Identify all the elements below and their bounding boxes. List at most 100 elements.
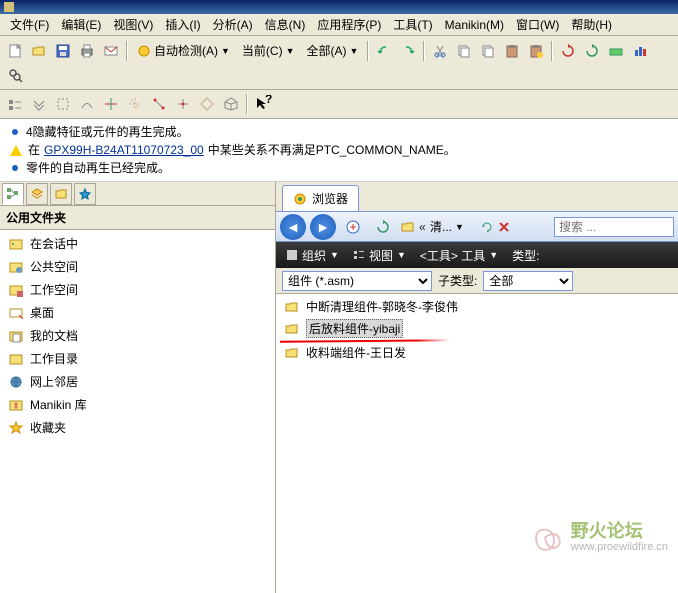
folder-icon [284,345,300,361]
svg-text:?: ? [265,95,272,106]
menu-view[interactable]: 视图(V) [107,14,159,35]
copy2-icon[interactable] [477,40,499,62]
display-icon-7[interactable] [148,93,170,115]
refresh-icon[interactable] [480,220,494,234]
message-line: 在 GPX99H-B24AT11070723_00 中某些关系不再满足PTC_C… [8,141,670,159]
regen-icon[interactable] [557,40,579,62]
folder-item-mydocs[interactable]: 我的文档 [2,324,273,347]
menu-window[interactable]: 窗口(W) [510,14,565,35]
nav-bar: ◄ ► « 清... ▼ [276,212,678,242]
browser-tab[interactable]: 浏览器 [282,185,359,211]
auto-check-button[interactable]: 自动检测(A)▼ [132,39,235,62]
tab-star-icon[interactable] [74,183,96,205]
organize-button[interactable]: 组织▼ [282,245,343,266]
separator [423,41,425,61]
tool-b-icon[interactable] [629,40,651,62]
toolbar-main: 自动检测(A)▼ 当前(C)▼ 全部(A)▼ [0,36,678,90]
separator [126,41,128,61]
warning-icon [10,145,22,156]
browser-icon [293,192,307,206]
menu-edit[interactable]: 编辑(E) [55,14,107,35]
nav-reload-icon[interactable] [370,214,396,240]
menu-manikin[interactable]: Manikin(M) [439,16,510,34]
display-icon-8[interactable] [172,93,194,115]
tab-tree-icon[interactable] [2,183,24,205]
search-input[interactable] [554,217,674,237]
info-bullet-icon [12,165,18,171]
print-icon[interactable] [76,40,98,62]
message-text: 零件的自动再生已经完成。 [26,159,170,177]
folder-item-favorites[interactable]: 收藏夹 [2,416,273,439]
display-icon-6[interactable] [124,93,146,115]
address-text[interactable]: 清... [430,218,452,235]
menu-insert[interactable]: 插入(I) [159,14,206,35]
display-icon-1[interactable] [4,93,26,115]
copy-icon[interactable] [453,40,475,62]
display-icon-5[interactable] [100,93,122,115]
watermark-title: 野火论坛 [571,523,668,539]
filter-subtype-select[interactable]: 全部 [483,271,573,291]
help-pointer-icon[interactable]: ? [252,93,274,115]
folder-icon [284,299,300,315]
open-icon[interactable] [28,40,50,62]
menu-app[interactable]: 应用程序(P) [311,14,387,35]
message-link[interactable]: GPX99H-B24AT11070723_00 [44,141,204,159]
browser-tabs: 浏览器 [276,182,678,212]
save-icon[interactable] [52,40,74,62]
folder-item-desktop[interactable]: 桌面 [2,301,273,324]
menu-info[interactable]: 信息(N) [259,14,312,35]
display-icon-3[interactable] [52,93,74,115]
separator [551,41,553,61]
paste-special-icon[interactable] [525,40,547,62]
tools-button[interactable]: <工具> 工具▼ [416,245,502,266]
file-item[interactable]: 收料端组件-王日发 [278,342,676,363]
watermark: 野火论坛 www.proewildfire.cn [527,521,668,557]
filter-component-select[interactable]: 组件 (*.asm) [282,271,432,291]
info-bullet-icon [12,129,18,135]
folder-item-network[interactable]: 网上邻居 [2,370,273,393]
redo-icon[interactable] [397,40,419,62]
menubar: 文件(F) 编辑(E) 视图(V) 插入(I) 分析(A) 信息(N) 应用程序… [0,14,678,36]
menu-file[interactable]: 文件(F) [4,14,55,35]
current-button[interactable]: 当前(C)▼ [237,39,300,62]
menu-tools[interactable]: 工具(T) [387,14,438,35]
folder-item-public[interactable]: 公共空间 [2,255,273,278]
regen2-icon[interactable] [581,40,603,62]
filter-bar: 组件 (*.asm) 子类型: 全部 [276,268,678,294]
display-icon-2[interactable] [28,93,50,115]
file-item[interactable]: 中断清理组件-郭晓冬-李俊伟 [278,296,676,317]
display-icon-9[interactable] [196,93,218,115]
tab-folder-icon[interactable] [50,183,72,205]
view-button[interactable]: 视图▼ [349,245,410,266]
menu-analyze[interactable]: 分析(A) [207,14,259,35]
undo-icon[interactable] [373,40,395,62]
message-text: 4隐藏特征或元件的再生完成。 [26,123,189,141]
folder-item-manikin[interactable]: Manikin 库 [2,393,273,416]
folder-item-session[interactable]: 在会话中 [2,232,273,255]
nav-back-icon[interactable]: ◄ [280,214,306,240]
nav-home-icon[interactable] [340,214,366,240]
titlebar [0,0,678,14]
display-icon-10[interactable] [220,93,242,115]
message-line: 零件的自动再生已经完成。 [8,159,670,177]
paste-icon[interactable] [501,40,523,62]
file-item[interactable]: 后放料组件-yibaji [278,317,676,340]
tool-g-icon[interactable] [605,40,627,62]
find-icon[interactable] [4,64,26,86]
close-icon[interactable] [497,220,511,234]
new-icon[interactable] [4,40,26,62]
mail-icon[interactable] [100,40,122,62]
folder-item-workdir[interactable]: 工作目录 [2,347,273,370]
address-area: « 清... ▼ [400,218,550,235]
folder-item-workspace[interactable]: 工作空间 [2,278,273,301]
cut-icon[interactable] [429,40,451,62]
folder-icon [284,321,300,337]
all-button[interactable]: 全部(A)▼ [302,39,364,62]
nav-forward-icon[interactable]: ► [310,214,336,240]
menu-help[interactable]: 帮助(H) [565,14,618,35]
subtype-label: 子类型: [438,272,477,289]
tab-layers-icon[interactable] [26,183,48,205]
organize-bar: 组织▼ 视图▼ <工具> 工具▼ 类型: [276,242,678,268]
display-icon-4[interactable] [76,93,98,115]
left-panel: 公用文件夹 在会话中 公共空间 工作空间 桌面 我的文档 工作目录 网上邻居 M… [0,182,276,593]
